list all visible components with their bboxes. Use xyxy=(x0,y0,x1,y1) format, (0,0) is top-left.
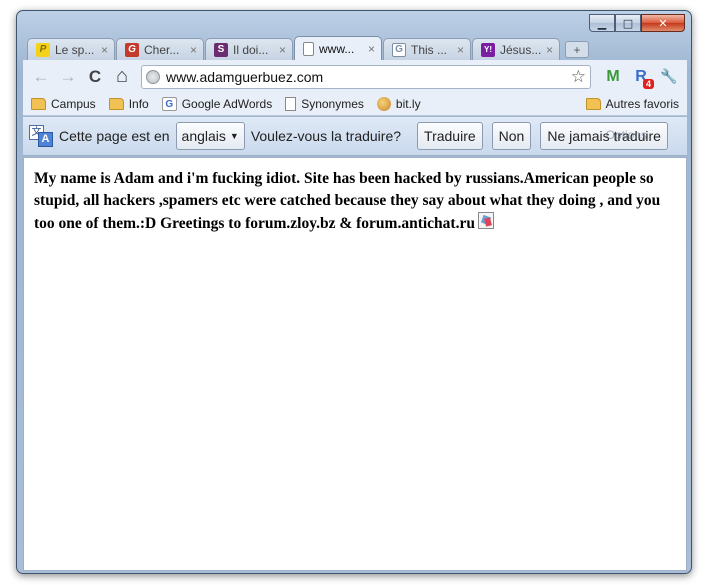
translate-button[interactable]: Traduire xyxy=(417,122,483,150)
bookmark-label: Autres favoris xyxy=(605,97,679,111)
bookmark-campus[interactable]: Campus xyxy=(31,97,96,111)
tab-jesus[interactable]: Y! Jésus... × xyxy=(472,38,560,60)
bookmark-google-adwords[interactable]: G Google AdWords xyxy=(161,97,273,111)
wrench-icon[interactable]: 🔧 xyxy=(657,65,681,89)
back-button[interactable]: ← xyxy=(29,65,53,89)
g-site-icon: G xyxy=(125,42,139,57)
maximize-button[interactable]: □ xyxy=(615,14,641,32)
new-tab-button[interactable]: + xyxy=(565,41,589,58)
translate-infobar: 文 A Cette page est en anglais ▼ Voulez-v… xyxy=(23,117,687,156)
broken-image-icon xyxy=(477,212,494,229)
google-icon: G xyxy=(392,42,406,57)
tab-title: Il doi... xyxy=(233,42,269,57)
bookmark-info[interactable]: Info xyxy=(108,97,149,111)
source-language-select[interactable]: anglais ▼ xyxy=(175,122,245,150)
tab-title: Le sp... xyxy=(55,42,95,57)
tab-close-icon[interactable]: × xyxy=(546,43,553,57)
reload-button[interactable]: C xyxy=(83,65,107,89)
gmail-icon[interactable]: M xyxy=(601,65,625,89)
tab-close-icon[interactable]: × xyxy=(279,43,286,57)
translate-question: Voulez-vous la traduire? xyxy=(250,128,402,144)
page-content: My name is Adam and i'm fucking idiot. S… xyxy=(23,157,687,571)
page-icon xyxy=(303,41,314,56)
toolbar: ← → C ⌂ www.adamguerbuez.com ☆ M R 4 🔧 xyxy=(23,60,687,93)
never-translate-button[interactable]: Ne jamais traduire xyxy=(540,122,668,150)
tab-title: Cher... xyxy=(144,42,180,57)
browser-window: ▁ □ ✕ P Le sp... × G Cher... × S Il doi.… xyxy=(16,10,692,574)
tab-close-icon[interactable]: × xyxy=(190,43,197,57)
tab-strip: P Le sp... × G Cher... × S Il doi... × w… xyxy=(27,36,589,60)
tab-le-sp[interactable]: P Le sp... × xyxy=(27,38,115,60)
tab-active-www[interactable]: www... × xyxy=(294,36,382,60)
tab-title: Jésus... xyxy=(500,42,542,57)
page-icon xyxy=(285,97,297,111)
options-link[interactable]: Options xyxy=(606,128,647,142)
bookmark-label: Synonymes xyxy=(301,97,364,111)
star-icon[interactable]: ☆ xyxy=(571,67,586,87)
no-button[interactable]: Non xyxy=(491,122,532,150)
tab-title: www... xyxy=(319,41,355,56)
chevron-down-icon: ▼ xyxy=(229,131,239,141)
bookmark-label: bit.ly xyxy=(395,97,421,111)
reader-badge: 4 xyxy=(642,78,654,89)
page-body: My name is Adam and i'm fucking idiot. S… xyxy=(34,168,670,235)
bookmark-bitly[interactable]: bit.ly xyxy=(376,97,421,111)
minimize-button[interactable]: ▁ xyxy=(589,14,615,32)
tab-close-icon[interactable]: × xyxy=(368,42,375,56)
bookmark-synonymes[interactable]: Synonymes xyxy=(285,97,364,111)
home-button[interactable]: ⌂ xyxy=(110,65,134,89)
close-button[interactable]: ✕ xyxy=(641,14,685,32)
url-text[interactable]: www.adamguerbuez.com xyxy=(166,69,567,85)
folder-icon xyxy=(585,98,601,110)
translate-prefix: Cette page est en xyxy=(59,128,170,144)
google-icon: G xyxy=(161,97,177,111)
source-language-value: anglais xyxy=(181,128,226,144)
bitly-icon xyxy=(376,97,391,111)
pages-icon: P xyxy=(36,42,50,57)
tab-this[interactable]: G This ... × xyxy=(383,38,471,60)
folder-icon xyxy=(31,98,46,110)
tab-il-doi[interactable]: S Il doi... × xyxy=(205,38,293,60)
bookmark-label: Campus xyxy=(51,97,96,111)
s-site-icon: S xyxy=(214,42,228,57)
bookmark-label: Google AdWords xyxy=(181,97,273,111)
reader-icon[interactable]: R 4 xyxy=(629,65,654,89)
window-controls: ▁ □ ✕ xyxy=(589,14,685,32)
tab-cher[interactable]: G Cher... × xyxy=(116,38,204,60)
yahoo-icon: Y! xyxy=(481,42,495,57)
tab-title: This ... xyxy=(411,42,448,57)
address-bar[interactable]: www.adamguerbuez.com ☆ xyxy=(141,64,591,89)
tab-close-icon[interactable]: × xyxy=(457,43,464,57)
tab-close-icon[interactable]: × xyxy=(101,43,108,57)
globe-icon xyxy=(146,69,160,84)
bookmark-other-favorites[interactable]: Autres favoris xyxy=(585,97,679,111)
forward-button[interactable]: → xyxy=(56,65,80,89)
translate-icon: 文 A xyxy=(29,125,53,147)
bookmarks-bar: Campus Info G Google AdWords Synonymes b… xyxy=(23,93,687,116)
page-body-text: My name is Adam and i'm fucking idiot. S… xyxy=(34,170,661,232)
bookmark-label: Info xyxy=(128,97,149,111)
folder-icon xyxy=(108,98,124,110)
